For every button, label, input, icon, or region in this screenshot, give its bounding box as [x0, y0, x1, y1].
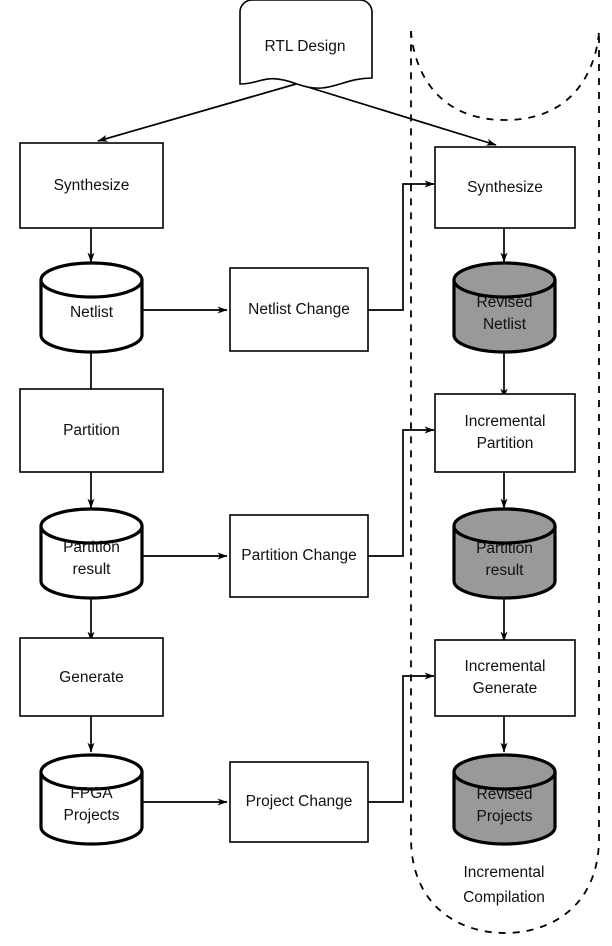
node-netlist-change[interactable]: Netlist Change	[229, 267, 369, 352]
revised-projects-label-line2: Projects	[477, 808, 533, 825]
incremental-partition-box	[434, 393, 576, 473]
edge-rtl-to-synthesize	[97, 83, 297, 142]
incremental-compilation-label-line2: Compilation	[463, 889, 545, 906]
synthesize-label: Synthesize	[54, 177, 130, 194]
revised-partition-result-label-line2: result	[486, 562, 525, 579]
flowchart-canvas: RTL Design Synthesize Partition Generate…	[0, 0, 612, 946]
node-revised-projects[interactable]: Revised Projects	[452, 753, 557, 846]
node-project-change[interactable]: Project Change	[229, 761, 369, 843]
node-revised-netlist[interactable]: Revised Netlist	[452, 261, 557, 354]
incremental-compilation-label-line1: Incremental	[464, 864, 545, 881]
node-revised-partition-result[interactable]: Partition result	[452, 507, 557, 600]
fpga-projects-label-line1: FPGA	[70, 785, 113, 802]
partition-change-label: Partition Change	[241, 547, 356, 564]
revised-netlist-label-line2: Netlist	[483, 316, 527, 333]
incremental-partition-label-line2: Partition	[477, 435, 534, 452]
partition-result-label-line2: result	[73, 561, 112, 578]
edge-partition-change-to-incremental-partition	[368, 426, 435, 557]
node-incremental-generate[interactable]: Incremental Generate	[434, 639, 576, 717]
revised-netlist-cylinder-top	[452, 261, 557, 299]
node-synthesize[interactable]: Synthesize	[19, 142, 164, 229]
node-inc-synthesize[interactable]: Synthesize	[434, 146, 576, 229]
node-netlist[interactable]: Netlist	[39, 261, 144, 354]
revised-projects-label-line1: Revised	[477, 786, 533, 803]
incremental-generate-box	[434, 639, 576, 717]
generate-label: Generate	[59, 669, 124, 686]
netlist-change-label: Netlist Change	[248, 301, 350, 318]
fpga-projects-label-line2: Projects	[64, 807, 120, 824]
netlist-label: Netlist	[70, 304, 114, 321]
node-generate[interactable]: Generate	[19, 637, 164, 717]
incremental-generate-label-line2: Generate	[473, 680, 538, 697]
flowchart-svg: RTL Design Synthesize Partition Generate…	[19, 0, 600, 934]
inc-synthesize-label: Synthesize	[467, 179, 543, 196]
edge-netlist-change-to-inc-synthesize	[368, 180, 435, 311]
project-change-label: Project Change	[246, 793, 353, 810]
incremental-compilation-label-group: Incremental Compilation	[463, 864, 545, 906]
rtl-design-label: RTL Design	[265, 38, 346, 55]
revised-partition-result-label-line1: Partition	[476, 540, 533, 557]
partition-result-cylinder-top	[39, 507, 144, 545]
node-partition[interactable]: Partition	[19, 388, 164, 473]
revised-netlist-label-line1: Revised	[477, 294, 533, 311]
node-incremental-partition[interactable]: Incremental Partition	[434, 393, 576, 473]
netlist-cylinder-top	[39, 261, 144, 299]
revised-projects-cylinder-top	[452, 753, 557, 791]
fpga-projects-cylinder-top	[39, 753, 144, 791]
incremental-partition-label-line1: Incremental	[465, 413, 546, 430]
revised-partition-result-cylinder-top	[452, 507, 557, 545]
partition-label: Partition	[63, 422, 120, 439]
node-partition-result[interactable]: Partition result	[39, 507, 144, 600]
edge-rtl-to-inc-synthesize	[297, 83, 497, 146]
partition-result-label-line1: Partition	[63, 539, 120, 556]
node-fpga-projects[interactable]: FPGA Projects	[39, 753, 144, 846]
incremental-generate-label-line1: Incremental	[465, 658, 546, 675]
node-rtl-design[interactable]: RTL Design	[239, 0, 373, 89]
node-partition-change[interactable]: Partition Change	[229, 514, 369, 598]
edge-project-change-to-incremental-generate	[368, 672, 435, 803]
